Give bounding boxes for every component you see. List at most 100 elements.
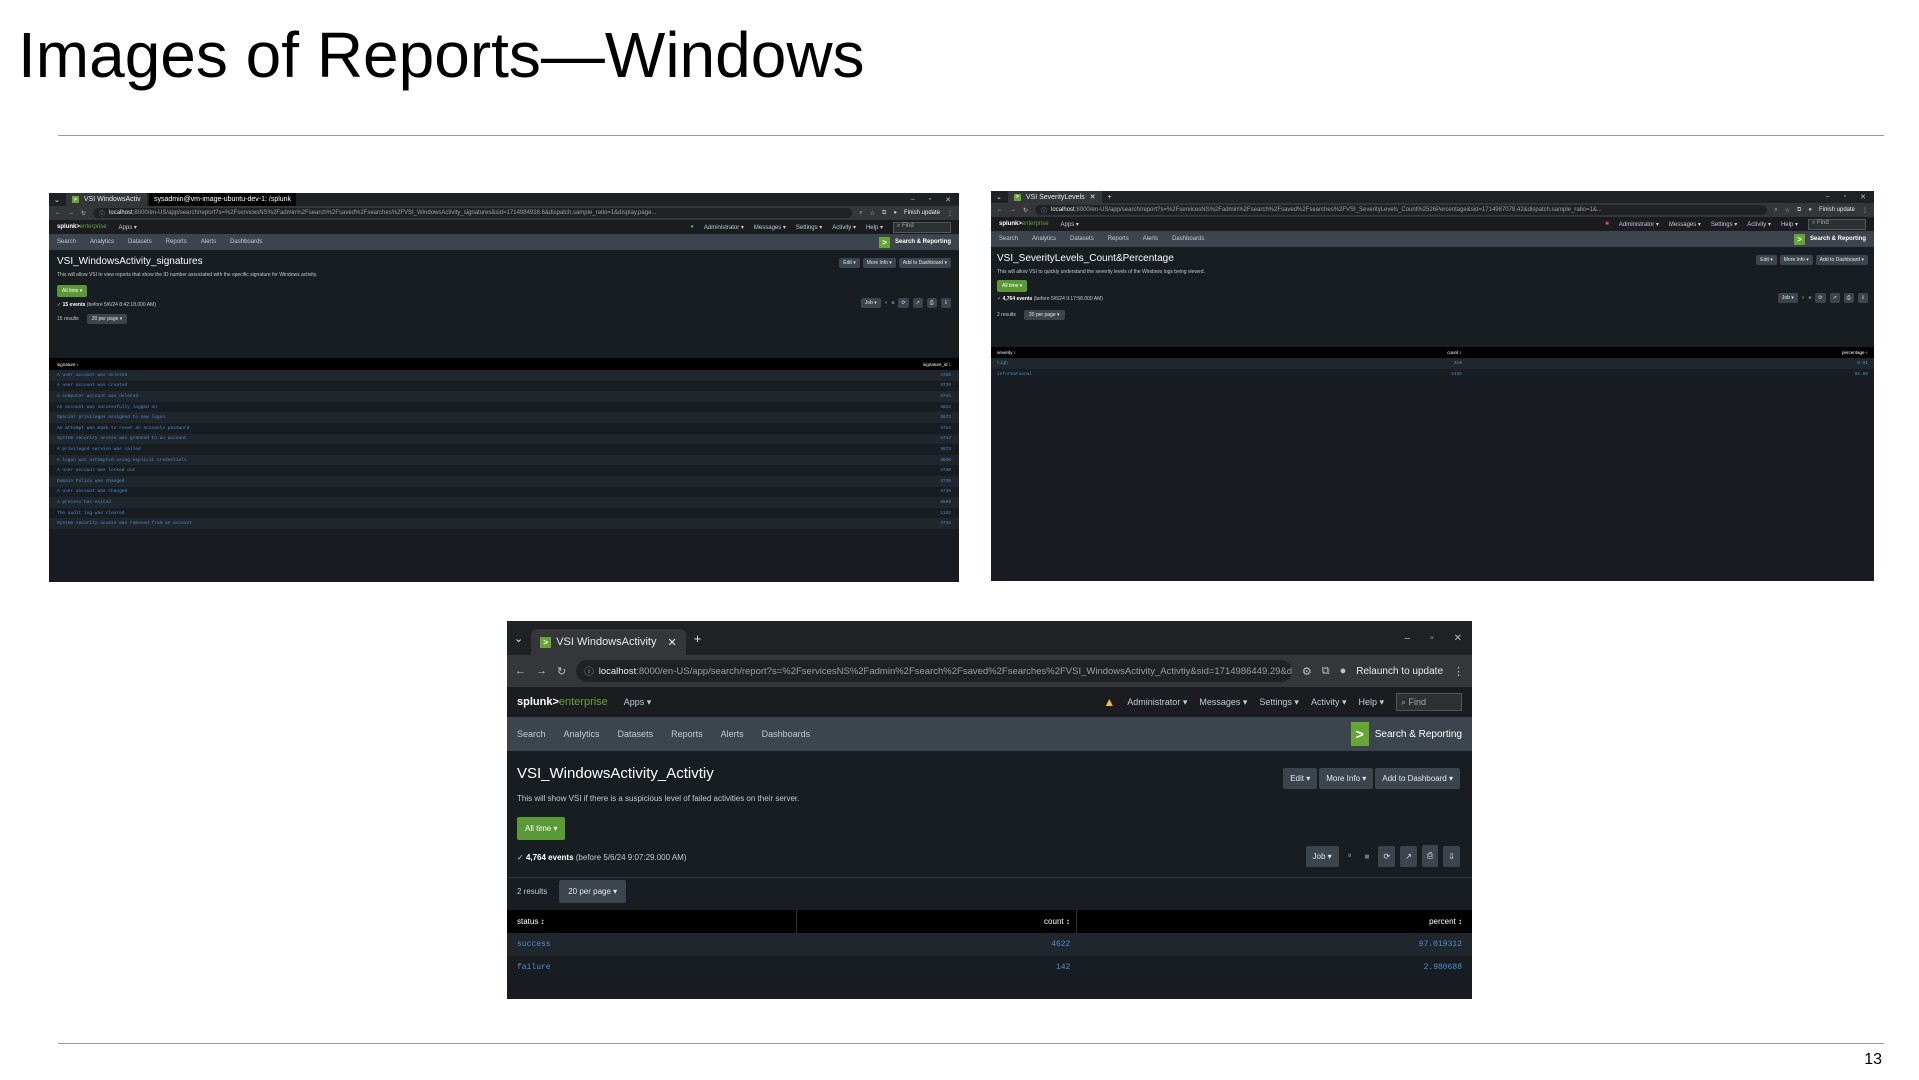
share-icon[interactable]: ⟳: [1378, 845, 1396, 867]
back-icon[interactable]: ←: [55, 210, 61, 216]
edit-button[interactable]: Edit ▾: [1756, 255, 1777, 265]
close-icon[interactable]: ✕: [1454, 633, 1462, 644]
print-icon[interactable]: ⎙: [1843, 293, 1854, 303]
address-bar[interactable]: ⓘ localhost :8000/en-US/app/search/repor…: [576, 660, 1292, 682]
nav-analytics[interactable]: Analytics: [564, 729, 600, 739]
stop-icon[interactable]: ■: [1361, 852, 1374, 861]
tab-close-icon[interactable]: ✕: [1090, 193, 1096, 201]
nav-search[interactable]: Search: [57, 239, 76, 245]
find-input[interactable]: ⌕ Find: [1396, 693, 1462, 711]
menu-administrator[interactable]: Administrator ▾: [1619, 221, 1659, 228]
zoom-icon[interactable]: ⌕: [1774, 207, 1777, 214]
relaunch-button[interactable]: Relaunch to update: [1356, 666, 1443, 677]
nav-analytics[interactable]: Analytics: [90, 239, 114, 245]
pause-icon[interactable]: ⏸: [1802, 295, 1805, 301]
cell-severity[interactable]: high: [991, 358, 1292, 369]
cell-signature-id[interactable]: 4724: [753, 422, 959, 434]
edit-button[interactable]: Edit ▾: [839, 258, 860, 268]
export-icon[interactable]: ↗: [912, 298, 923, 308]
cell-signature[interactable]: A logon was attempted using explicit cre…: [49, 454, 754, 466]
cell-status[interactable]: success: [507, 933, 797, 956]
stop-icon[interactable]: ■: [1808, 295, 1811, 301]
finish-update-button[interactable]: Finish update: [1819, 207, 1855, 213]
bookmark-star-icon[interactable]: ☆: [870, 210, 875, 217]
search-reporting-app[interactable]: > Search & Reporting: [1793, 233, 1866, 245]
pause-icon[interactable]: ⏸: [1344, 851, 1356, 861]
splunk-logo[interactable]: splunk>enterprise: [517, 696, 608, 708]
warning-icon[interactable]: ▲: [1103, 695, 1115, 709]
profile-icon[interactable]: ●: [1340, 665, 1347, 677]
bookmark-star-icon[interactable]: ☆: [1785, 207, 1790, 214]
close-icon[interactable]: ✕: [945, 196, 951, 204]
reload-icon[interactable]: ↻: [557, 665, 566, 678]
menu-settings[interactable]: Settings ▾: [1711, 221, 1737, 228]
menu-settings[interactable]: Settings ▾: [1259, 697, 1299, 708]
cell-signature-id[interactable]: 4718: [753, 518, 959, 529]
health-status-icon[interactable]: ●: [690, 224, 694, 230]
nav-dashboards[interactable]: Dashboards: [230, 239, 262, 245]
edit-button[interactable]: Edit ▾: [1283, 768, 1318, 789]
extensions-icon[interactable]: ⧉: [882, 210, 886, 217]
nav-alerts[interactable]: Alerts: [721, 729, 744, 739]
cell-count[interactable]: 4622: [796, 933, 1077, 956]
cell-status[interactable]: failure: [507, 956, 797, 979]
maximize-icon[interactable]: ▫: [1844, 193, 1846, 201]
nav-reports[interactable]: Reports: [671, 729, 703, 739]
per-page-select[interactable]: 20 per page ▾: [1023, 310, 1065, 320]
job-menu[interactable]: Job ▾: [1777, 293, 1798, 303]
warning-status-icon[interactable]: ■: [1605, 221, 1609, 227]
print-icon[interactable]: ⎙: [1421, 845, 1439, 867]
back-icon[interactable]: ←: [515, 665, 526, 677]
cell-signature-id[interactable]: 4624: [753, 401, 959, 413]
cell-percentage[interactable]: 93.09: [1467, 369, 1874, 380]
forward-icon[interactable]: →: [536, 665, 547, 677]
nav-datasets[interactable]: Datasets: [618, 729, 654, 739]
menu-settings[interactable]: Settings ▾: [796, 224, 822, 231]
cell-signature-id[interactable]: 4672: [753, 412, 959, 423]
nav-search[interactable]: Search: [999, 236, 1018, 242]
splunk-logo[interactable]: splunk>enterprise: [999, 221, 1049, 227]
tab-menu-icon[interactable]: ⌄: [54, 196, 60, 204]
column-header-status[interactable]: status ↕: [507, 910, 797, 933]
cell-signature-id[interactable]: 4673: [753, 444, 959, 455]
per-page-select[interactable]: 20 per page ▾: [559, 880, 627, 903]
cell-signature-id[interactable]: 4740: [753, 465, 959, 476]
cell-count[interactable]: 4435: [1291, 369, 1468, 380]
column-header-severity[interactable]: severity ↕: [991, 347, 1292, 358]
cell-signature-id[interactable]: 4720: [753, 380, 959, 392]
browser-menu-icon[interactable]: ⋮: [1862, 207, 1868, 214]
time-range-picker[interactable]: All time ▾: [57, 285, 88, 297]
minimize-icon[interactable]: –: [911, 196, 915, 204]
forward-icon[interactable]: →: [68, 210, 74, 216]
nav-dashboards[interactable]: Dashboards: [1172, 236, 1204, 242]
add-to-dashboard-button[interactable]: Add to Dashboard ▾: [898, 258, 951, 268]
nav-analytics[interactable]: Analytics: [1032, 236, 1056, 242]
browser-tab[interactable]: > VSI SeverityLevels ✕: [1007, 191, 1102, 203]
cell-signature[interactable]: System security access was granted to an…: [49, 433, 754, 445]
find-input[interactable]: ⌕ Find: [893, 221, 951, 233]
menu-administrator[interactable]: Administrator ▾: [704, 224, 744, 231]
cell-severity[interactable]: informational: [991, 369, 1292, 380]
menu-messages[interactable]: Messages ▾: [1199, 697, 1247, 708]
profile-icon[interactable]: ●: [1808, 207, 1812, 213]
tab-menu-icon[interactable]: ⌄: [514, 632, 523, 645]
browser-tab[interactable]: > VSI WindowsActiv: [65, 193, 147, 206]
nav-reports[interactable]: Reports: [166, 239, 187, 245]
print-icon[interactable]: ⎙: [926, 298, 937, 308]
zoom-icon[interactable]: ⌕: [859, 210, 862, 217]
nav-alerts[interactable]: Alerts: [1143, 236, 1158, 242]
maximize-icon[interactable]: ▫: [1430, 633, 1434, 644]
cell-percentage[interactable]: 6.91: [1467, 358, 1874, 369]
cell-signature[interactable]: A user account was locked out: [49, 465, 754, 476]
cell-signature-id[interactable]: 4738: [753, 486, 959, 498]
cell-signature[interactable]: A user account was changed: [49, 486, 754, 498]
menu-help[interactable]: Help ▾: [866, 224, 883, 231]
search-reporting-app[interactable]: > Search & Reporting: [878, 236, 951, 248]
cell-signature-id[interactable]: 4689: [753, 497, 959, 508]
cell-signature-id[interactable]: 4717: [753, 433, 959, 445]
tab-close-icon[interactable]: ✕: [667, 636, 676, 649]
cell-signature-id[interactable]: 4726: [753, 370, 959, 381]
cell-signature[interactable]: A user account was created: [49, 380, 754, 392]
new-tab-icon[interactable]: +: [1108, 194, 1112, 201]
minimize-icon[interactable]: –: [1826, 193, 1830, 201]
